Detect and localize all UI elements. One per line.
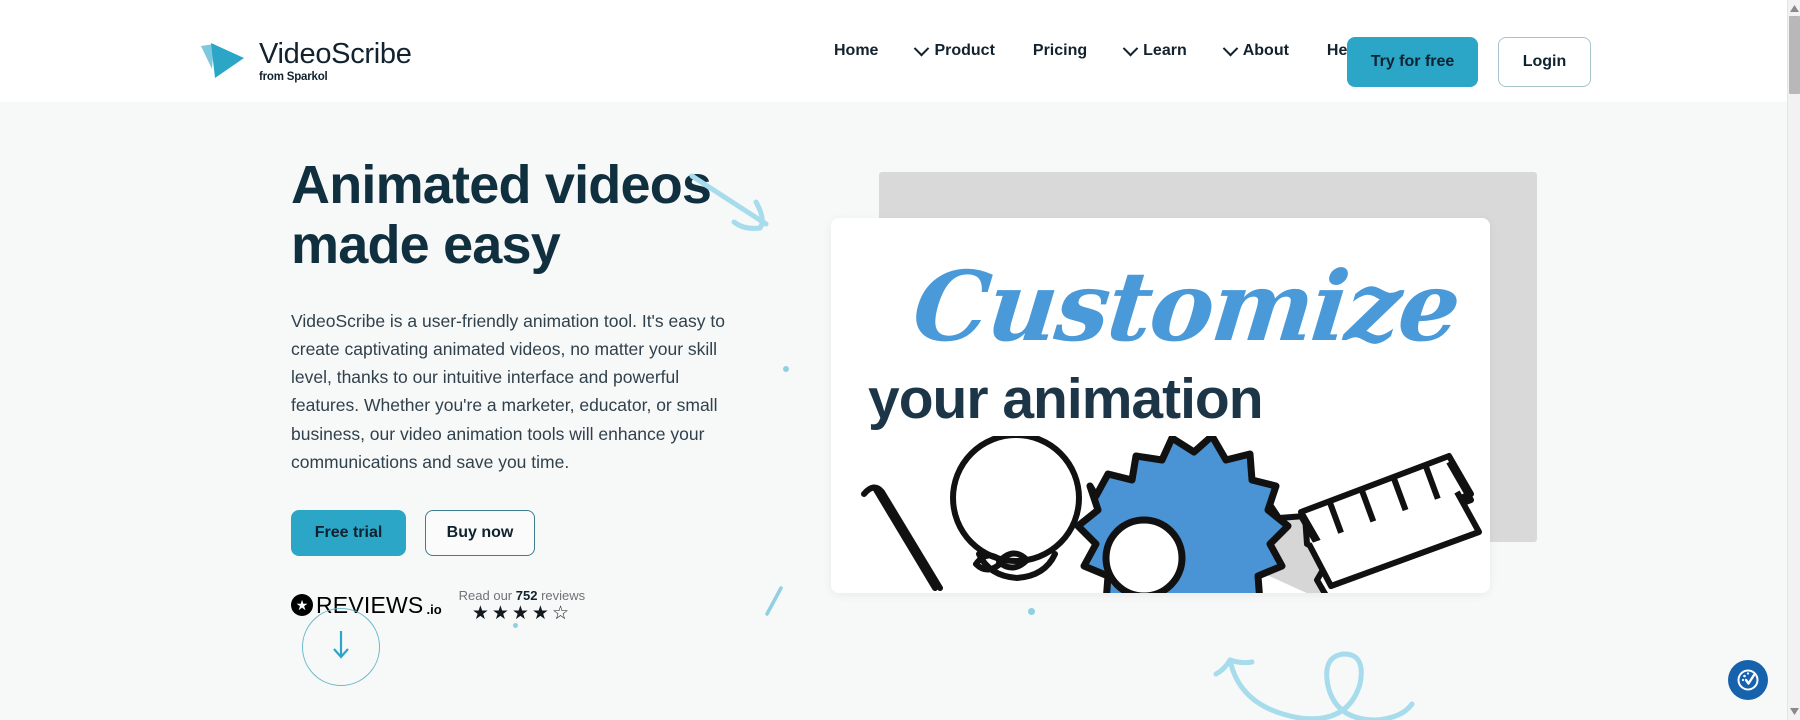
try-for-free-button[interactable]: Try for free [1347, 37, 1478, 87]
nav-item-product[interactable]: Product [897, 40, 1013, 60]
login-button[interactable]: Login [1498, 37, 1591, 87]
cookie-consent-button[interactable] [1728, 660, 1768, 700]
hero-content: Animated videos made easy VideoScribe is… [291, 155, 761, 623]
reviews-read-suffix: reviews [541, 587, 586, 603]
cookie-consent-icon [1737, 669, 1759, 691]
reviews-count: 752 [515, 587, 538, 603]
half-star-icon: ☆ [551, 602, 572, 624]
scroll-down-button[interactable] [302, 608, 380, 686]
play-triangle-icon [199, 42, 249, 84]
free-trial-button[interactable]: Free trial [291, 509, 406, 556]
page-scrollbar[interactable] [1787, 0, 1800, 720]
headline-line-1: Animated videos [291, 155, 712, 215]
chevron-down-icon [1122, 40, 1139, 56]
nav-item-learn[interactable]: Learn [1106, 40, 1206, 60]
page-title: Animated videos made easy [291, 155, 761, 276]
buy-now-button[interactable]: Buy now [425, 509, 535, 556]
site-header: VideoScribe from Sparkol Home Product Pr… [0, 0, 1787, 102]
reviews-logo-suffix: .io [426, 601, 442, 617]
scroll-down-arrow-icon[interactable] [1788, 705, 1800, 718]
nav-label: Product [934, 42, 995, 59]
nav-item-home[interactable]: Home [815, 42, 897, 60]
hero-script-word: Customize [908, 250, 1465, 363]
reviews-read-prefix: Read our [458, 587, 513, 603]
nav-item-about[interactable]: About [1206, 40, 1308, 60]
decorative-dot [783, 366, 789, 372]
chevron-down-icon [1222, 40, 1238, 56]
nav-label: Learn [1143, 42, 1187, 59]
brand-tagline: from Sparkol [259, 71, 328, 83]
reviews-count-text: Read our 752 reviews [459, 588, 586, 603]
nav-label: Home [834, 42, 879, 59]
brand-text: VideoScribe from Sparkol [259, 40, 412, 84]
headline-line-2: made easy [291, 215, 561, 276]
decorative-dot [513, 623, 518, 628]
brand-logo[interactable]: VideoScribe from Sparkol [199, 40, 412, 84]
hero-paragraph: VideoScribe is a user-friendly animation… [291, 310, 725, 472]
star-badge-icon: ★ [291, 594, 313, 617]
hero-bold-word: your animation [868, 367, 1264, 431]
scroll-up-arrow-icon[interactable] [1788, 2, 1800, 15]
nav-item-pricing[interactable]: Pricing [1014, 42, 1106, 60]
chevron-down-icon [914, 40, 930, 56]
hero-image-card: Customize your animation [831, 218, 1490, 593]
scrollbar-thumb[interactable] [1789, 16, 1800, 94]
hero-cta-row: Free trial Buy now [291, 509, 761, 556]
reviews-summary: Read our 752 reviews ★★★★☆ [459, 588, 586, 623]
hand-drawn-curved-arrow-loop-icon [1213, 651, 1415, 720]
nav-label: Pricing [1032, 42, 1088, 59]
page-root: VideoScribe from Sparkol Home Product Pr… [0, 0, 1800, 720]
reviews-io-logo: ★ REVIEWS .io [291, 592, 442, 619]
nav-label: About [1242, 42, 1289, 59]
decorative-slash-icon [765, 586, 783, 616]
filled-stars: ★★★★ [471, 602, 552, 624]
brand-name: VideoScribe [259, 38, 412, 70]
decorative-dot [1028, 608, 1035, 615]
star-rating: ★★★★☆ [472, 604, 572, 623]
main-navigation: Home Product Pricing Learn About Help [815, 0, 1381, 102]
arrow-down-icon [330, 628, 352, 667]
doodle-gears-lightbulb-clapperboard-icon [861, 436, 1482, 593]
